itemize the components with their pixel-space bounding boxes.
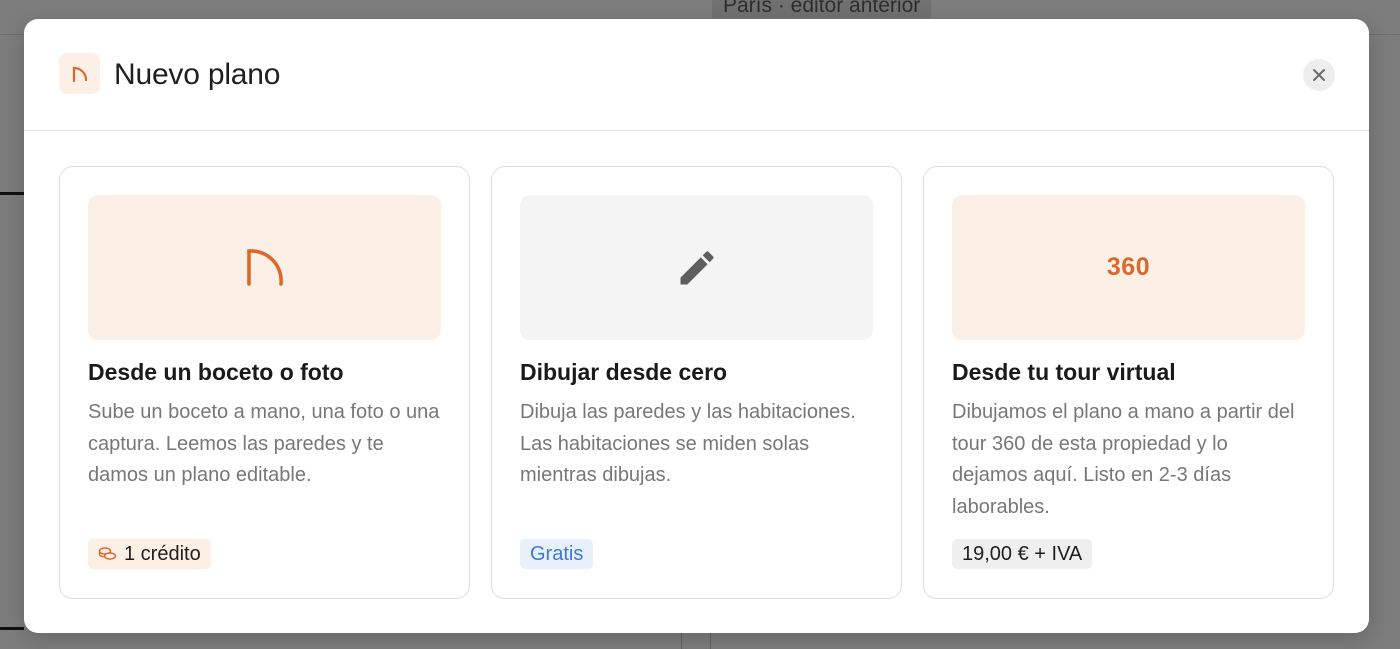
close-icon xyxy=(1313,69,1325,81)
card-title: Dibujar desde cero xyxy=(520,359,728,385)
free-badge: Gratis xyxy=(520,539,594,569)
background-divider xyxy=(0,192,24,195)
card-media xyxy=(88,195,441,340)
credit-badge: 1 crédito xyxy=(88,539,211,569)
option-card-virtual-tour[interactable]: 360 Desde tu tour virtual Dibujamos el p… xyxy=(923,166,1334,599)
badge-label: 19,00 € + IVA xyxy=(962,542,1083,565)
option-card-sketch[interactable]: Desde un boceto o foto Sube un boceto a … xyxy=(59,166,470,599)
option-card-draw[interactable]: Dibujar desde cero Dibuja las paredes y … xyxy=(491,166,902,599)
badge-label: 1 crédito xyxy=(124,542,201,565)
card-media xyxy=(520,195,873,340)
price-badge: 19,00 € + IVA xyxy=(952,539,1093,569)
tour-360-label: 360 xyxy=(1106,253,1151,281)
background-divider xyxy=(710,633,711,649)
card-description: Dibujamos el plano a mano a partir del t… xyxy=(952,401,1295,518)
card-title: Desde un boceto o foto xyxy=(88,359,344,385)
card-title: Desde tu tour virtual xyxy=(952,359,1176,385)
dialog-title: Nuevo plano xyxy=(114,58,281,91)
card-media: 360 xyxy=(952,195,1305,340)
arch-icon xyxy=(246,248,283,286)
new-plan-dialog: Nuevo plano Desde un boceto o foto Sube … xyxy=(24,19,1369,633)
background-divider xyxy=(0,627,24,630)
pencil-icon xyxy=(680,250,714,284)
card-description: Dibuja las paredes y las habitaciones. L… xyxy=(520,401,856,486)
close-button[interactable] xyxy=(1303,59,1335,91)
background-divider xyxy=(681,633,682,649)
background-editor-title: París · editor anterior xyxy=(712,0,932,18)
dialog-header: Nuevo plano xyxy=(24,19,1369,131)
coins-icon xyxy=(98,547,117,560)
badge-label: Gratis xyxy=(530,542,584,565)
arch-icon xyxy=(59,53,100,94)
card-description: Sube un boceto a mano, una foto o una ca… xyxy=(88,401,440,486)
